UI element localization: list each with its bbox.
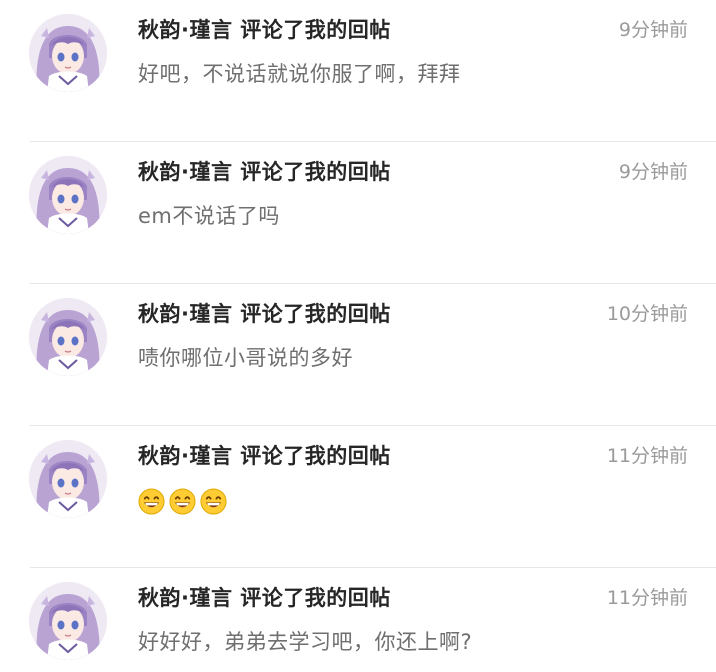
anime-girl-avatar-icon	[29, 440, 107, 518]
grinning-face-icon	[200, 487, 227, 515]
notification-content: em不说话了吗	[138, 204, 280, 228]
notification-time: 10分钟前	[606, 303, 688, 325]
notification-item[interactable]: 秋韵·瑾言 评论了我的回帖 11分钟前 好好好，弟弟去学习吧，你还上啊?	[0, 568, 716, 672]
avatar[interactable]	[29, 156, 107, 234]
anime-girl-avatar-icon	[29, 156, 107, 234]
notification-item[interactable]: 秋韵·瑾言 评论了我的回帖 9分钟前 好吧，不说话就说你服了啊，拜拜	[0, 0, 716, 142]
notification-content: 啧你哪位小哥说的多好	[138, 346, 353, 370]
notification-title: 秋韵·瑾言 评论了我的回帖	[138, 160, 391, 184]
notification-title: 秋韵·瑾言 评论了我的回帖	[138, 18, 391, 42]
notification-list: 秋韵·瑾言 评论了我的回帖 9分钟前 好吧，不说话就说你服了啊，拜拜 秋韵·瑾言	[0, 0, 716, 672]
avatar[interactable]	[29, 298, 107, 376]
notification-item[interactable]: 秋韵·瑾言 评论了我的回帖 10分钟前 啧你哪位小哥说的多好	[0, 284, 716, 426]
grinning-face-icon	[138, 487, 165, 515]
notification-item[interactable]: 秋韵·瑾言 评论了我的回帖 11分钟前	[0, 426, 716, 568]
anime-girl-avatar-icon	[29, 582, 107, 660]
emoji-row	[138, 487, 227, 515]
notification-time: 9分钟前	[618, 161, 688, 183]
avatar[interactable]	[29, 582, 107, 660]
notification-title: 秋韵·瑾言 评论了我的回帖	[138, 302, 391, 326]
grinning-face-icon	[169, 487, 196, 515]
notification-time: 11分钟前	[606, 445, 688, 467]
notification-time: 9分钟前	[618, 19, 688, 41]
notification-content	[138, 484, 227, 516]
notification-content: 好好好，弟弟去学习吧，你还上啊?	[138, 630, 473, 654]
notification-time: 11分钟前	[606, 587, 688, 609]
anime-girl-avatar-icon	[29, 14, 107, 92]
notification-title: 秋韵·瑾言 评论了我的回帖	[138, 586, 391, 610]
notification-title: 秋韵·瑾言 评论了我的回帖	[138, 444, 391, 468]
notification-content: 好吧，不说话就说你服了啊，拜拜	[138, 62, 461, 86]
anime-girl-avatar-icon	[29, 298, 107, 376]
avatar[interactable]	[29, 440, 107, 518]
avatar[interactable]	[29, 14, 107, 92]
notification-item[interactable]: 秋韵·瑾言 评论了我的回帖 9分钟前 em不说话了吗	[0, 142, 716, 284]
